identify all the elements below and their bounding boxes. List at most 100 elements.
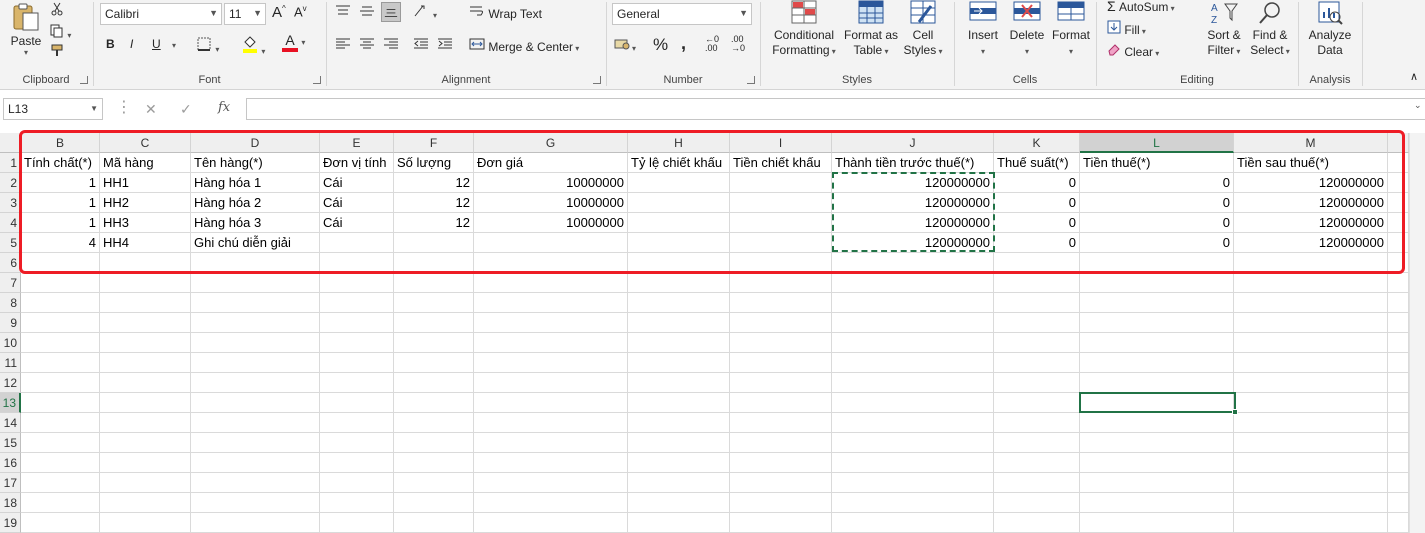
cell-k1[interactable]: Thuế suất(*) <box>994 153 1080 173</box>
cell-l12[interactable] <box>1080 373 1234 393</box>
expand-formula-bar-icon[interactable]: ⌄ <box>1414 100 1422 111</box>
cell-l2[interactable]: 0 <box>1080 173 1234 193</box>
cell-d13[interactable] <box>191 393 320 413</box>
cell-k11[interactable] <box>994 353 1080 373</box>
cell-k5[interactable]: 0 <box>994 233 1080 253</box>
cell-l1[interactable]: Tiền thuế(*) <box>1080 153 1234 173</box>
cell-j7[interactable] <box>832 273 994 293</box>
orientation-button[interactable]: ▾ <box>413 4 437 21</box>
increase-font-size-button[interactable]: A^ <box>272 4 286 21</box>
percent-style-button[interactable]: % <box>653 35 668 55</box>
collapse-ribbon-button[interactable]: ∧ <box>1410 70 1418 83</box>
row-header-12[interactable]: 12 <box>0 373 21 393</box>
cell-c12[interactable] <box>100 373 191 393</box>
cell-n11[interactable] <box>1388 353 1409 373</box>
merge-center-button[interactable]: Merge & Center ▾ <box>469 37 579 54</box>
cell-n8[interactable] <box>1388 293 1409 313</box>
name-box[interactable]: L13 ▼ <box>3 98 103 120</box>
cell-l16[interactable] <box>1080 453 1234 473</box>
cell-m2[interactable]: 120000000 <box>1234 173 1388 193</box>
cell-e3[interactable]: Cái <box>320 193 394 213</box>
cell-g2[interactable]: 10000000 <box>474 173 628 193</box>
cell-b8[interactable] <box>21 293 100 313</box>
cell-d2[interactable]: Hàng hóa 1 <box>191 173 320 193</box>
cell-n3[interactable] <box>1388 193 1409 213</box>
cell-c11[interactable] <box>100 353 191 373</box>
cell-h8[interactable] <box>628 293 730 313</box>
cell-d1[interactable]: Tên hàng(*) <box>191 153 320 173</box>
cell-h2[interactable] <box>628 173 730 193</box>
cell-f17[interactable] <box>394 473 474 493</box>
cell-c3[interactable]: HH2 <box>100 193 191 213</box>
row-header-14[interactable]: 14 <box>0 413 21 433</box>
cell-e18[interactable] <box>320 493 394 513</box>
cell-m5[interactable]: 120000000 <box>1234 233 1388 253</box>
cell-n7[interactable] <box>1388 273 1409 293</box>
font-launcher-icon[interactable] <box>313 76 321 84</box>
cell-n19[interactable] <box>1388 513 1409 533</box>
align-left-button[interactable] <box>335 37 351 54</box>
cell-e10[interactable] <box>320 333 394 353</box>
cell-f11[interactable] <box>394 353 474 373</box>
cell-l7[interactable] <box>1080 273 1234 293</box>
cell-b12[interactable] <box>21 373 100 393</box>
cell-i8[interactable] <box>730 293 832 313</box>
cell-f13[interactable] <box>394 393 474 413</box>
select-all-button[interactable] <box>0 133 21 153</box>
copy-button[interactable]: ▾ <box>50 24 71 41</box>
cell-d19[interactable] <box>191 513 320 533</box>
cell-e11[interactable] <box>320 353 394 373</box>
cell-d12[interactable] <box>191 373 320 393</box>
cell-e19[interactable] <box>320 513 394 533</box>
column-header-n[interactable] <box>1388 133 1409 153</box>
cell-b6[interactable] <box>21 253 100 273</box>
cell-h1[interactable]: Tỷ lệ chiết khấu <box>628 153 730 173</box>
cell-f7[interactable] <box>394 273 474 293</box>
column-header-i[interactable]: I <box>730 133 832 153</box>
align-right-button[interactable] <box>383 37 399 54</box>
cell-k10[interactable] <box>994 333 1080 353</box>
cell-j18[interactable] <box>832 493 994 513</box>
cell-d5[interactable]: Ghi chú diễn giải <box>191 233 320 253</box>
align-center-button[interactable] <box>359 37 375 54</box>
font-name-combo[interactable]: Calibri ▼ <box>100 3 222 25</box>
row-header-15[interactable]: 15 <box>0 433 21 453</box>
cell-f15[interactable] <box>394 433 474 453</box>
font-size-combo[interactable]: 11 ▼ <box>224 3 266 25</box>
cell-i10[interactable] <box>730 333 832 353</box>
cell-m6[interactable] <box>1234 253 1388 273</box>
cell-k4[interactable]: 0 <box>994 213 1080 233</box>
align-top-button[interactable] <box>335 4 351 21</box>
align-bottom-button[interactable] <box>381 2 401 22</box>
cell-i7[interactable] <box>730 273 832 293</box>
cell-c19[interactable] <box>100 513 191 533</box>
column-header-k[interactable]: K <box>994 133 1080 153</box>
cell-c14[interactable] <box>100 413 191 433</box>
cell-d10[interactable] <box>191 333 320 353</box>
cell-i16[interactable] <box>730 453 832 473</box>
cell-m1[interactable]: Tiền sau thuế(*) <box>1234 153 1388 173</box>
row-header-4[interactable]: 4 <box>0 213 21 233</box>
cell-g11[interactable] <box>474 353 628 373</box>
format-as-table-button[interactable]: Format as Table ▾ <box>843 0 899 59</box>
cell-i1[interactable]: Tiền chiết khấu <box>730 153 832 173</box>
row-header-9[interactable]: 9 <box>0 313 21 333</box>
cell-k8[interactable] <box>994 293 1080 313</box>
cell-h6[interactable] <box>628 253 730 273</box>
cell-m8[interactable] <box>1234 293 1388 313</box>
cell-b17[interactable] <box>21 473 100 493</box>
cell-g7[interactable] <box>474 273 628 293</box>
cell-j13[interactable] <box>832 393 994 413</box>
cell-e17[interactable] <box>320 473 394 493</box>
cell-i3[interactable] <box>730 193 832 213</box>
align-middle-button[interactable] <box>359 4 375 21</box>
cell-k15[interactable] <box>994 433 1080 453</box>
row-header-5[interactable]: 5 <box>0 233 21 253</box>
cell-j1[interactable]: Thành tiền trước thuế(*) <box>832 153 994 173</box>
cell-c7[interactable] <box>100 273 191 293</box>
cell-n9[interactable] <box>1388 313 1409 333</box>
cell-c13[interactable] <box>100 393 191 413</box>
row-header-6[interactable]: 6 <box>0 253 21 273</box>
cell-l14[interactable] <box>1080 413 1234 433</box>
cell-i12[interactable] <box>730 373 832 393</box>
